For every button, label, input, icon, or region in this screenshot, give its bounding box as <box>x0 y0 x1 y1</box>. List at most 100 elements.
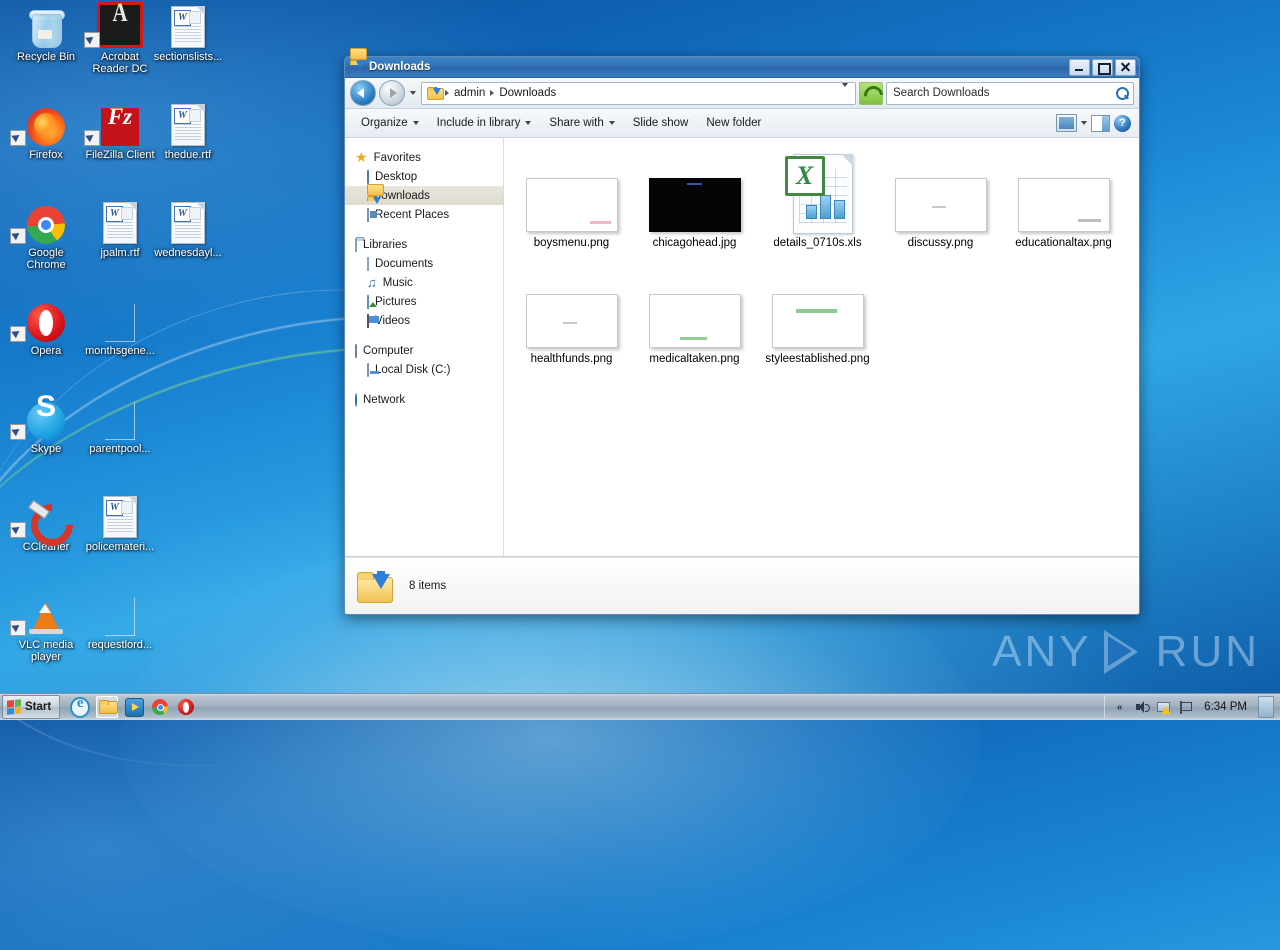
show-desktop-button[interactable] <box>1258 696 1274 718</box>
volume-icon[interactable] <box>1134 700 1150 715</box>
address-dropdown-button[interactable] <box>842 83 852 99</box>
desktop-icon-jpalm-rtf[interactable]: Wjpalm.rtf <box>82 198 158 259</box>
file-thumbnail-wrap <box>525 270 618 348</box>
downloads-folder-icon <box>357 570 395 603</box>
thumbnail-content-mark <box>931 206 946 209</box>
file-tile[interactable]: discussy.png <box>879 150 1002 266</box>
file-tile[interactable]: boysmenu.png <box>510 150 633 266</box>
file-thumbnail-wrap <box>525 154 618 232</box>
nav-item-pictures[interactable]: Pictures <box>345 292 503 311</box>
clock[interactable]: 6:34 PM <box>1200 701 1251 713</box>
desktop-icon-google-chrome[interactable]: Google Chrome <box>8 198 84 271</box>
chevron-down-icon <box>525 121 532 125</box>
nav-item-recent-places[interactable]: Recent Places <box>345 205 503 224</box>
maximize-button[interactable] <box>1092 59 1113 76</box>
nav-item-label: Pictures <box>375 295 417 308</box>
desktop-icon-recycle-bin[interactable]: Recycle Bin <box>8 2 84 63</box>
preview-pane-icon[interactable] <box>1091 114 1110 132</box>
breadcrumb-separator-0[interactable] <box>445 90 449 96</box>
nav-item-documents[interactable]: Documents <box>345 254 503 273</box>
organize-label: Organize <box>361 117 408 129</box>
desktop-icon-vlc-media-player[interactable]: VLC media player <box>8 590 84 663</box>
thumbnail-content-mark <box>1077 218 1102 222</box>
start-label: Start <box>25 701 52 713</box>
show-hidden-icons-chevron[interactable]: « <box>1112 700 1127 715</box>
forward-button[interactable] <box>379 80 405 106</box>
breadcrumb-item-admin[interactable]: admin <box>452 87 487 99</box>
file-thumbnail-wrap <box>648 154 741 232</box>
file-tile[interactable]: educationaltax.png <box>1002 150 1125 266</box>
taskbar-windows-media-player-icon[interactable] <box>124 697 144 717</box>
close-button[interactable] <box>1115 59 1136 76</box>
desktop-icon-acrobat-reader-dc[interactable]: Acrobat Reader DC <box>82 2 158 75</box>
nav-item-downloads[interactable]: Downloads <box>345 183 503 205</box>
network-warning-icon[interactable] <box>1156 700 1171 715</box>
minimize-button[interactable] <box>1069 59 1090 76</box>
back-button[interactable] <box>350 80 376 106</box>
help-icon[interactable]: ? <box>1114 114 1131 132</box>
file-name-label: chicagohead.jpg <box>652 237 737 249</box>
desktop-icon-sectionslists[interactable]: Wsectionslists... <box>150 2 226 63</box>
breadcrumb-item-downloads[interactable]: Downloads <box>497 87 558 99</box>
desktop-icon-area: Recycle BinAcrobat Reader DCWsectionslis… <box>0 0 230 690</box>
file-thumbnail-wrap <box>771 270 864 348</box>
taskbar-opera-icon[interactable] <box>176 697 196 717</box>
search-input[interactable]: Search Downloads <box>886 81 1134 105</box>
thumbnail-content-mark <box>680 336 708 340</box>
search-icon[interactable] <box>1114 85 1131 102</box>
nav-item-label: Local Disk (C:) <box>375 363 451 376</box>
file-tile[interactable]: healthfunds.png <box>510 266 633 382</box>
file-list-pane[interactable]: boysmenu.png chicagohead.jpg Xdetails_0710… <box>504 138 1139 556</box>
desktop-icon-requestlord[interactable]: requestlord... <box>82 590 158 651</box>
desktop-icon-label: Opera <box>30 345 62 357</box>
search-placeholder: Search Downloads <box>893 87 990 99</box>
downloads-folder-icon <box>350 47 367 75</box>
desktop-icon-monthsgene[interactable]: monthsgene... <box>82 296 158 357</box>
share-with-button[interactable]: Share with <box>541 113 622 133</box>
file-tile[interactable]: medicaltaken.png <box>633 266 756 382</box>
shortcut-arrow-icon <box>10 620 26 636</box>
desktop-icon-opera[interactable]: Opera <box>8 296 84 357</box>
computer-icon <box>355 343 357 358</box>
shortcut-arrow-icon <box>10 130 26 146</box>
desktop-icon-firefox[interactable]: Firefox <box>8 100 84 161</box>
nav-item-libraries[interactable]: Libraries <box>345 235 503 254</box>
nav-item-favorites[interactable]: ★ Favorites <box>345 148 503 167</box>
desktop-icon-skype[interactable]: Skype <box>8 394 84 455</box>
nav-item-local-disk-c[interactable]: Local Disk (C:) <box>345 360 503 379</box>
include-in-library-button[interactable]: Include in library <box>429 113 540 133</box>
desktop-icon-filezilla-client[interactable]: FileZilla Client <box>82 100 158 161</box>
change-view-icon[interactable] <box>1056 114 1077 132</box>
anyrun-watermark: ANY RUN <box>992 626 1260 678</box>
organize-button[interactable]: Organize <box>353 113 427 133</box>
taskbar-internet-explorer-icon[interactable] <box>70 695 91 718</box>
nav-item-network[interactable]: Network <box>345 390 503 409</box>
recent-pages-dropdown[interactable] <box>408 81 418 105</box>
file-tile[interactable]: chicagohead.jpg <box>633 150 756 266</box>
nav-item-music[interactable]: ♫ Music <box>345 273 503 292</box>
start-button[interactable]: Start <box>2 695 61 719</box>
play-triangle-icon <box>1098 626 1150 678</box>
slide-show-button[interactable]: Slide show <box>625 113 697 133</box>
nav-item-label: Computer <box>363 344 414 357</box>
file-tile-grid: boysmenu.png chicagohead.jpg Xdetails_0710… <box>504 150 1139 382</box>
file-tile[interactable]: Xdetails_0710s.xls <box>756 150 879 266</box>
desktop-icon-policemateri[interactable]: Wpolicemateri... <box>82 492 158 553</box>
desktop-icon-wednesdayl[interactable]: Wwednesdayl... <box>150 198 226 259</box>
taskbar-chrome-icon[interactable] <box>150 697 170 717</box>
breadcrumb-separator-1[interactable] <box>490 90 495 96</box>
window-title-bar[interactable]: Downloads <box>345 47 1139 78</box>
file-tile[interactable]: styleestablished.png <box>756 266 879 382</box>
action-center-flag-icon[interactable] <box>1178 700 1193 715</box>
desktop-icon-parentpool[interactable]: parentpool... <box>82 394 158 455</box>
desktop-icon-ccleaner[interactable]: CCleaner <box>8 492 84 555</box>
firefox-icon <box>8 100 84 146</box>
taskbar-windows-explorer-icon[interactable] <box>96 696 119 718</box>
breadcrumb[interactable]: admin Downloads <box>421 81 856 105</box>
new-folder-button[interactable]: New folder <box>698 113 769 133</box>
desktop-icon-thedue-rtf[interactable]: Wthedue.rtf <box>150 100 226 161</box>
refresh-icon[interactable] <box>859 81 883 105</box>
chevron-down-icon[interactable] <box>1081 121 1087 125</box>
nav-item-videos[interactable]: Videos <box>345 311 503 330</box>
nav-item-computer[interactable]: Computer <box>345 341 503 360</box>
